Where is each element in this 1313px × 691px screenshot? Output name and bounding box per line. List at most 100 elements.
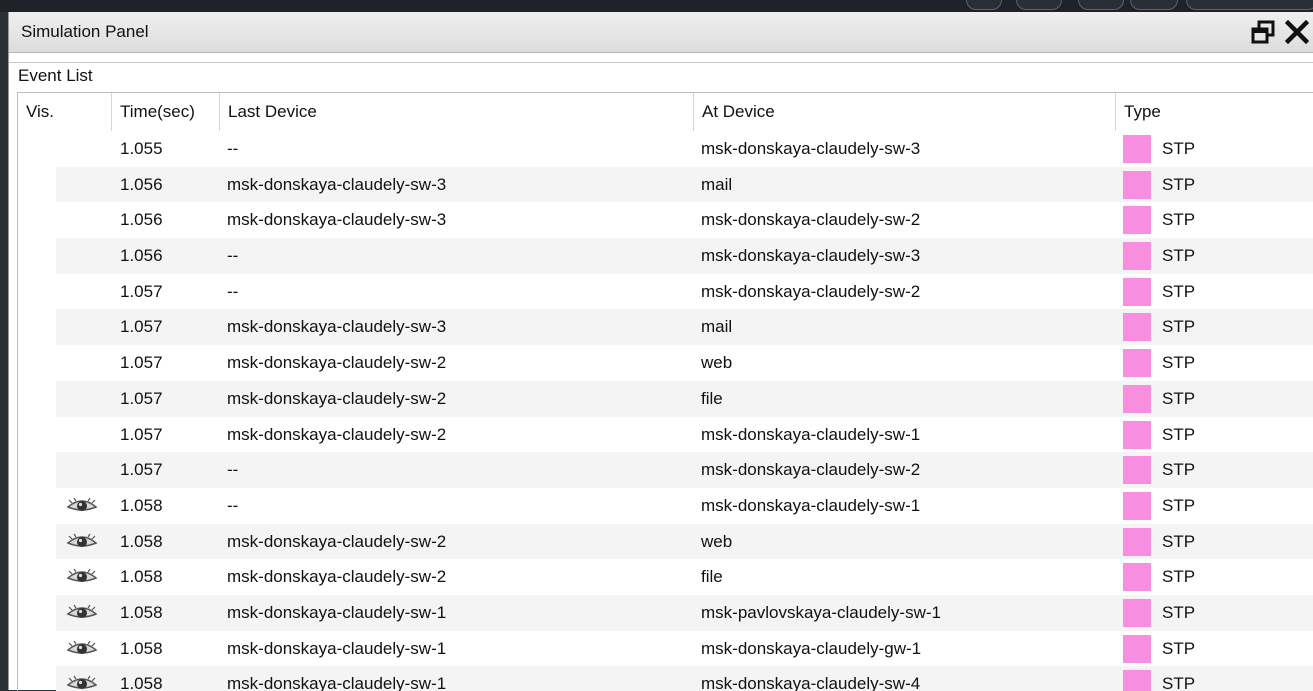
type-color-swatch [1123, 634, 1151, 663]
column-header-type[interactable]: Type [1116, 93, 1313, 131]
time-cell: 1.057 [120, 353, 163, 373]
type-color-swatch [1123, 420, 1151, 449]
eye-icon[interactable] [62, 533, 102, 551]
at-device-cell: file [701, 567, 723, 587]
table-row[interactable]: 1.057 -- msk-donskaya-claudely-sw-2 STP [18, 274, 1313, 310]
type-color-swatch [1123, 313, 1151, 342]
event-list-table[interactable]: Vis. Time(sec) Last Device At Device Typ… [17, 92, 1313, 691]
table-row[interactable]: 1.058 msk-donskaya-claudely-sw-2 web STP [18, 523, 1313, 560]
type-cell: STP [1162, 246, 1196, 266]
table-row[interactable]: 1.055 -- msk-donskaya-claudely-sw-3 STP [18, 131, 1313, 167]
type-cell: STP [1162, 210, 1196, 230]
last-device-cell: msk-donskaya-claudely-sw-1 [227, 674, 447, 691]
table-row[interactable]: 1.057 msk-donskaya-claudely-sw-2 msk-donsk… [18, 417, 1313, 453]
time-cell: 1.056 [120, 210, 163, 230]
type-color-swatch [1123, 670, 1151, 691]
type-cell: STP [1162, 460, 1196, 480]
column-header-time[interactable]: Time(sec) [112, 93, 220, 131]
type-cell: STP [1162, 638, 1196, 658]
at-device-cell: msk-donskaya-claudely-sw-4 [701, 674, 921, 691]
close-icon[interactable] [1283, 18, 1311, 46]
time-cell: 1.058 [120, 531, 163, 551]
type-cell: STP [1162, 531, 1196, 551]
time-cell: 1.056 [120, 174, 163, 194]
last-device-cell: -- [227, 139, 239, 158]
panel-titlebar[interactable]: Simulation Panel [9, 12, 1313, 53]
type-color-swatch [1123, 135, 1151, 163]
last-device-cell: msk-donskaya-claudely-sw-3 [227, 174, 447, 194]
type-color-swatch [1123, 563, 1151, 592]
at-device-cell: file [701, 388, 723, 408]
table-row[interactable]: 1.058 msk-donskaya-claudely-sw-2 file STP [18, 559, 1313, 595]
table-row[interactable]: 1.057 msk-donskaya-claudely-sw-2 file STP [18, 380, 1313, 417]
table-row[interactable]: 1.057 msk-donskaya-claudely-sw-2 web STP [18, 345, 1313, 381]
eye-icon[interactable] [62, 568, 102, 586]
type-cell: STP [1162, 602, 1196, 622]
type-cell: STP [1162, 424, 1196, 444]
column-header-last-device[interactable]: Last Device [220, 93, 694, 131]
last-device-cell: msk-donskaya-claudely-sw-1 [227, 638, 447, 658]
last-device-cell: msk-donskaya-claudely-sw-2 [227, 353, 447, 373]
type-cell: STP [1162, 281, 1196, 301]
table-row[interactable]: 1.058 msk-donskaya-claudely-sw-1 msk-donsk… [18, 631, 1313, 667]
last-device-cell: -- [227, 460, 239, 480]
table-row[interactable]: 1.056 msk-donskaya-claudely-sw-3 msk-donsk… [18, 202, 1313, 238]
toolbar-button[interactable] [1186, 0, 1313, 10]
at-device-cell: web [701, 353, 733, 373]
type-cell: STP [1162, 495, 1196, 515]
toolbar-button[interactable] [1130, 0, 1178, 10]
eye-icon[interactable] [62, 604, 102, 622]
time-cell: 1.055 [120, 139, 163, 158]
panel-title: Simulation Panel [21, 22, 149, 41]
at-device-cell: msk-donskaya-claudely-gw-1 [701, 638, 922, 658]
restore-window-icon[interactable] [1249, 18, 1277, 46]
last-device-cell: msk-donskaya-claudely-sw-3 [227, 317, 447, 337]
table-row[interactable]: 1.058 -- msk-donskaya-claudely-sw-1 STP [18, 488, 1313, 524]
table-body: 1.055 -- msk-donskaya-claudely-sw-3 STP 1.05… [18, 131, 1313, 691]
last-device-cell: -- [227, 281, 239, 301]
column-header-at-device[interactable]: At Device [694, 93, 1116, 131]
at-device-cell: msk-donskaya-claudely-sw-2 [701, 460, 921, 480]
type-color-swatch [1123, 598, 1151, 627]
column-header-vis[interactable]: Vis. [18, 93, 112, 131]
time-cell: 1.057 [120, 460, 163, 480]
toolbar-button[interactable] [966, 0, 1002, 10]
type-color-swatch [1123, 242, 1151, 271]
eye-icon[interactable] [62, 640, 102, 658]
last-device-cell: msk-donskaya-claudely-sw-2 [227, 567, 447, 587]
table-row[interactable]: 1.058 msk-donskaya-claudely-sw-1 msk-donsk… [18, 666, 1313, 691]
type-cell: STP [1162, 353, 1196, 373]
time-cell: 1.057 [120, 424, 163, 444]
last-device-cell: msk-donskaya-claudely-sw-2 [227, 424, 447, 444]
last-device-cell: -- [227, 246, 239, 266]
table-row[interactable]: 1.056 -- msk-donskaya-claudely-sw-3 STP [18, 238, 1313, 274]
table-row[interactable]: 1.058 msk-donskaya-claudely-sw-1 msk-pavlo… [18, 594, 1313, 631]
table-header: Vis. Time(sec) Last Device At Device Typ… [18, 93, 1313, 131]
type-color-swatch [1123, 206, 1151, 235]
toolbar-button[interactable] [1016, 0, 1062, 10]
type-color-swatch [1123, 277, 1151, 306]
table-row[interactable]: 1.057 -- msk-donskaya-claudely-sw-2 STP [18, 452, 1313, 488]
top-toolbar-strip [0, 0, 1313, 12]
last-device-cell: msk-donskaya-claudely-sw-1 [227, 602, 447, 622]
last-device-cell: -- [227, 495, 239, 515]
at-device-cell: msk-pavlovskaya-claudely-sw-1 [701, 602, 941, 622]
eye-icon[interactable] [62, 497, 102, 515]
time-cell: 1.056 [120, 246, 163, 266]
event-list-label: Event List [18, 66, 93, 85]
type-cell: STP [1162, 674, 1196, 691]
table-row[interactable]: 1.057 msk-donskaya-claudely-sw-3 mail STP [18, 309, 1313, 346]
last-device-cell: msk-donskaya-claudely-sw-2 [227, 388, 447, 408]
type-color-swatch [1123, 456, 1151, 485]
at-device-cell: msk-donskaya-claudely-sw-1 [701, 495, 921, 515]
toolbar-button[interactable] [1078, 0, 1124, 10]
at-device-cell: msk-donskaya-claudely-sw-3 [701, 246, 921, 266]
at-device-cell: msk-donskaya-claudely-sw-1 [701, 424, 921, 444]
eye-icon[interactable] [62, 675, 102, 691]
simulation-panel: Simulation Panel Event List Vis. Time(se… [8, 12, 1313, 691]
type-cell: STP [1162, 139, 1196, 158]
table-row[interactable]: 1.056 msk-donskaya-claudely-sw-3 mail STP [18, 166, 1313, 203]
type-color-swatch [1123, 491, 1151, 520]
at-device-cell: web [701, 531, 733, 551]
type-cell: STP [1162, 388, 1196, 408]
